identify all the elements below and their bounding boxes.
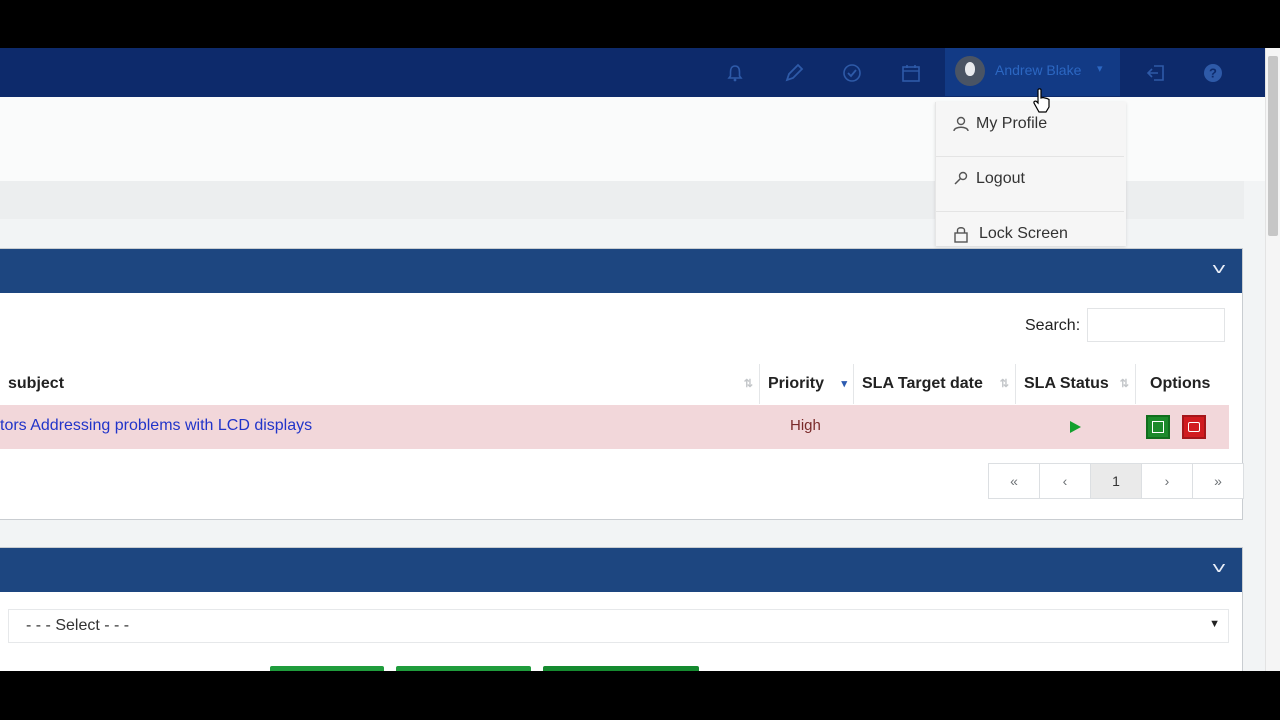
sort-icon: ⇅ <box>1119 378 1129 390</box>
chevron-down-icon: ▾ <box>1097 63 1103 75</box>
sort-desc-icon: ▾ <box>841 378 847 390</box>
table-row: tors Addressing problems with LCD displa… <box>0 405 1229 449</box>
menu-item-label: Lock Screen <box>979 225 1068 242</box>
sort-icon: ⇅ <box>999 378 1009 390</box>
pencil-icon[interactable] <box>783 62 805 84</box>
collapse-icon[interactable]: ˅ <box>1206 261 1233 279</box>
column-header-priority[interactable]: Priority ▾ <box>760 364 854 404</box>
tickets-panel: ˅ Search: subject ⇅ Priority ▾ SLA Targe… <box>0 248 1244 520</box>
user-dropdown-menu: My Profile Logout Lock Screen <box>935 102 1126 246</box>
menu-item-my-profile[interactable]: My Profile <box>936 102 1124 157</box>
check-circle-icon[interactable] <box>841 62 863 84</box>
pagination: « ‹ 1 › » <box>988 463 1244 499</box>
column-header-subject[interactable]: subject ⇅ <box>0 364 760 404</box>
ticket-subject-link[interactable]: tors Addressing problems with LCD displa… <box>0 417 312 435</box>
user-name: Andrew Blake <box>995 62 1082 78</box>
column-label: Priority <box>768 375 825 392</box>
menu-item-label: Logout <box>976 170 1025 187</box>
pagination-prev[interactable]: ‹ <box>1040 464 1091 498</box>
search-label: Search: <box>1025 317 1081 334</box>
lock-icon <box>952 225 970 243</box>
action-button[interactable] <box>396 666 531 671</box>
menu-item-logout[interactable]: Logout <box>936 157 1124 212</box>
calendar-icon[interactable] <box>900 62 922 84</box>
action-button[interactable] <box>543 666 699 671</box>
sort-icon: ⇅ <box>743 378 753 390</box>
filter-panel: ˅ - - - Select - - - ▼ <box>0 547 1243 671</box>
menu-item-lock-screen[interactable]: Lock Screen <box>936 212 1124 266</box>
app-viewport: Andrew Blake ▾ ? ˅ Search: subject ⇅ Pri… <box>0 48 1280 671</box>
scroll-thumb[interactable] <box>1268 56 1278 236</box>
column-label: SLA Status <box>1024 375 1109 392</box>
column-label: subject <box>8 375 65 392</box>
sign-out-icon[interactable] <box>1145 62 1167 84</box>
column-header-sla-status[interactable]: SLA Status ⇅ <box>1016 364 1136 404</box>
delete-icon[interactable] <box>1182 415 1206 439</box>
panel-header: ˅ <box>0 548 1242 592</box>
collapse-icon[interactable]: ˅ <box>1206 560 1233 578</box>
column-label: SLA Target date <box>862 375 983 392</box>
pagination-last[interactable]: » <box>1193 464 1243 498</box>
pagination-page-1[interactable]: 1 <box>1091 464 1142 498</box>
search-input[interactable] <box>1087 308 1225 342</box>
ticket-priority: High <box>790 417 821 434</box>
select-value: - - - Select - - - <box>26 617 130 634</box>
play-icon[interactable] <box>1070 421 1081 433</box>
menu-item-label: My Profile <box>976 115 1048 132</box>
edit-icon[interactable] <box>1146 415 1170 439</box>
svg-text:?: ? <box>1209 66 1217 81</box>
avatar <box>955 56 985 86</box>
column-header-sla-target-date[interactable]: SLA Target date ⇅ <box>854 364 1016 404</box>
pagination-first[interactable]: « <box>989 464 1040 498</box>
column-label: Options <box>1150 375 1211 392</box>
help-icon[interactable]: ? <box>1202 62 1224 84</box>
bell-icon[interactable] <box>724 62 746 84</box>
caret-down-icon: ▼ <box>1209 618 1220 630</box>
top-navbar: Andrew Blake ▾ ? <box>0 48 1266 99</box>
pagination-next[interactable]: › <box>1142 464 1193 498</box>
column-header-options: Options <box>1136 364 1229 404</box>
filter-select[interactable]: - - - Select - - - ▼ <box>8 609 1229 643</box>
action-button[interactable] <box>270 666 384 671</box>
scrollbar[interactable] <box>1265 48 1280 671</box>
key-icon <box>952 170 970 188</box>
user-icon <box>952 115 970 133</box>
